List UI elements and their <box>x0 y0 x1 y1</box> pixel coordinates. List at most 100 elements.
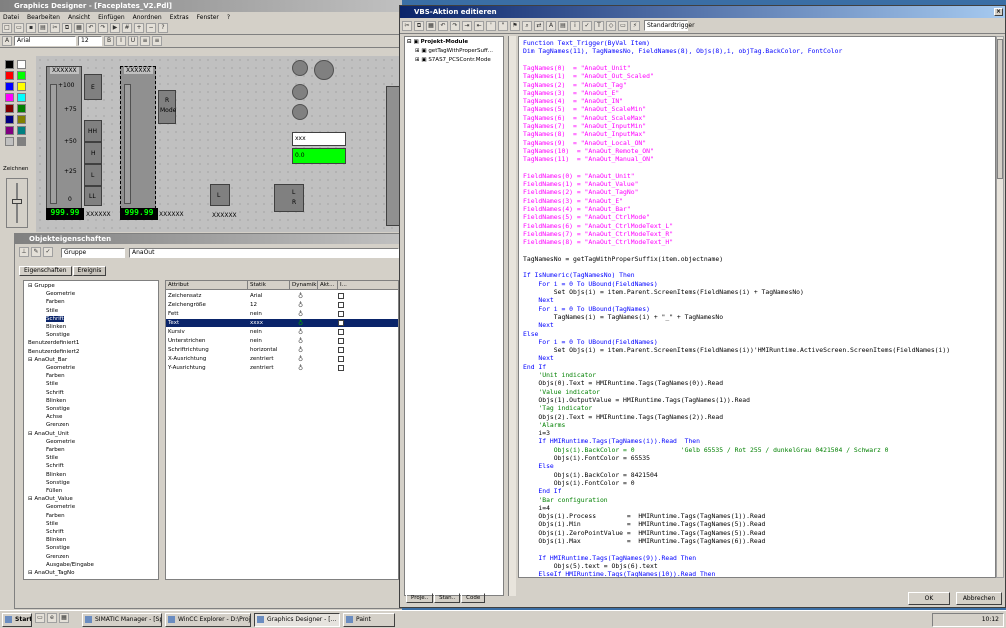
explorer-icon[interactable]: e <box>47 612 57 623</box>
print-icon[interactable]: ▤ <box>558 20 568 31</box>
indirect-checkbox[interactable] <box>338 338 344 344</box>
code-line[interactable]: FieldNames(2) = "AnaOut_TagNo" <box>523 188 638 196</box>
code-line[interactable]: Objs(1).OutputValue = HMIRuntime.Tags(Ta… <box>523 396 750 404</box>
button-l2[interactable]: L <box>210 184 230 206</box>
color-swatch[interactable] <box>17 82 26 91</box>
menu-einfuegen[interactable]: Einfügen <box>98 14 124 21</box>
color-swatch[interactable] <box>17 93 26 102</box>
drawing-canvas[interactable]: XXXXXX +100 +75 +50 +25 0 E HH H L LL 99… <box>36 56 400 232</box>
tree-item[interactable]: Sonstige <box>46 406 70 412</box>
find-icon[interactable]: ⌕ <box>522 20 532 31</box>
code-line[interactable]: Next <box>523 296 553 304</box>
tree-item[interactable]: Benutzerdefiniert2 <box>28 349 79 355</box>
code-editor[interactable]: Function Text_Trigger(ByVal Item) Dim Tag… <box>518 36 996 578</box>
code-line[interactable]: Next <box>523 354 553 362</box>
tree-item[interactable]: Füllen <box>46 488 62 494</box>
bookmark-icon[interactable]: ⚑ <box>510 20 520 31</box>
code-line[interactable]: FieldNames(1) = "AnaOut_Value" <box>523 180 638 188</box>
save-icon[interactable]: ▪ <box>26 23 36 33</box>
col-aktualisierung[interactable]: Akt... <box>318 281 338 290</box>
pin-icon[interactable]: ⊥ <box>19 247 29 257</box>
attribute-static-value[interactable]: nein <box>248 310 290 318</box>
tree-item[interactable]: Blinken <box>46 537 66 543</box>
module-tree[interactable]: ⊟ ▣ Projekt-Module ⊞ ▣ getTagWithProperS… <box>404 36 504 596</box>
code-line[interactable]: TagNamesNo = getTagWithProperSuffix(item… <box>523 255 723 263</box>
color-swatch[interactable] <box>5 93 14 102</box>
open-icon[interactable]: ▭ <box>14 23 24 33</box>
tree-item[interactable]: ⊟ AnaOut_Value <box>28 496 73 502</box>
code-line[interactable]: If HMIRuntime.Tags(TagNames(9)).Read The… <box>523 554 696 562</box>
code-line[interactable]: Else <box>523 330 538 338</box>
tree-item[interactable]: Sonstige <box>46 545 70 551</box>
start-button[interactable]: Start <box>2 612 32 627</box>
close-icon[interactable]: × <box>994 8 1003 16</box>
indent-icon[interactable]: ⇥ <box>462 20 472 31</box>
code-line[interactable]: 'Value indicator <box>523 388 600 396</box>
tree-item[interactable]: Benutzerdefiniert1 <box>28 340 79 346</box>
color-swatch[interactable] <box>17 115 26 124</box>
code-line[interactable]: TagNames(0) = "AnaOut_Unit" <box>523 64 631 72</box>
text-output-field[interactable]: xxx <box>292 132 346 146</box>
attribute-row[interactable]: Kursiv nein ♁ <box>166 328 398 336</box>
task-simatic-manager[interactable]: SIMATIC Manager - [Sp... <box>82 612 162 627</box>
code-line[interactable]: Objs(5).text = Objs(6).text <box>523 562 658 570</box>
zoom-slider[interactable] <box>6 178 28 228</box>
button-e-1[interactable]: E <box>84 74 102 100</box>
indirect-checkbox[interactable] <box>338 347 344 353</box>
code-line[interactable]: FieldNames(7) = "AnaOut_CtrlModeText_R" <box>523 230 673 238</box>
code-line[interactable]: Objs(i).Process = HMIRuntime.Tags(TagNam… <box>523 512 765 520</box>
code-line[interactable]: FieldNames(5) = "AnaOut_CtrlMode" <box>523 213 650 221</box>
code-line[interactable]: FieldNames(8) = "AnaOut_CtrlModeText_H" <box>523 238 673 246</box>
redo-icon[interactable]: ↷ <box>450 20 460 31</box>
ok-button[interactable]: OK <box>908 592 950 605</box>
task-graphics-designer[interactable]: Graphics Designer - [... <box>254 612 340 627</box>
tree-item[interactable]: Schrift <box>46 315 64 322</box>
code-line[interactable]: Objs(i).Min = HMIRuntime.Tags(TagNames(5… <box>523 520 765 528</box>
tree-item[interactable]: Farben <box>46 373 65 379</box>
op-title-bar[interactable]: Objekteigenschaften <box>15 234 401 244</box>
paste-icon[interactable]: ▦ <box>74 23 84 33</box>
code-line[interactable]: FieldNames(0) = "AnaOut_Unit" <box>523 172 635 180</box>
indirect-checkbox[interactable] <box>338 365 344 371</box>
tree-item[interactable]: Schrift <box>46 463 64 469</box>
indirect-checkbox[interactable] <box>338 293 344 299</box>
trigger-icon[interactable]: ⚡ <box>630 20 640 31</box>
tree-item[interactable]: Farben <box>46 299 65 305</box>
attribute-static-value[interactable]: nein <box>248 337 290 345</box>
align-center-icon[interactable]: ≡ <box>152 36 162 46</box>
tree-item[interactable]: Geometrie <box>46 504 75 510</box>
attribute-row[interactable]: Zeichengröße 12 ♁ <box>166 301 398 309</box>
code-line[interactable]: FieldNames(6) = "AnaOut_CtrlModeText_L" <box>523 222 673 230</box>
zoom-out-icon[interactable]: − <box>146 23 156 33</box>
indicator-circle-4[interactable] <box>292 104 308 120</box>
code-line[interactable]: Objs(i).FontColor = 0 <box>523 479 635 487</box>
align-left-icon[interactable]: ≡ <box>140 36 150 46</box>
tab-code[interactable]: Code <box>461 593 486 603</box>
tab-project[interactable]: Proje.. <box>406 593 434 603</box>
italic-icon[interactable]: I <box>116 36 126 46</box>
menu-ansicht[interactable]: Ansicht <box>68 14 90 21</box>
tree-item[interactable]: Farben <box>46 447 65 453</box>
code-line[interactable]: TagNames(5) = "AnaOut_ScaleMin" <box>523 105 646 113</box>
color-swatch[interactable] <box>5 104 14 113</box>
code-line[interactable]: TagNames(1) = "AnaOut_Out_Scaled" <box>523 72 654 80</box>
splitter[interactable] <box>508 36 516 596</box>
col-dynamik[interactable]: Dynamik <box>290 281 318 290</box>
code-line[interactable]: TagNames(3) = "AnaOut_E" <box>523 89 619 97</box>
attribute-static-value[interactable]: horizontal <box>248 346 290 354</box>
task-paint[interactable]: Paint <box>343 612 395 627</box>
mode-button[interactable]: R Mode <box>158 90 176 124</box>
code-line[interactable]: 'Unit indicator <box>523 371 596 379</box>
code-line[interactable]: i=4 <box>523 504 550 512</box>
code-line[interactable]: 'Bar configuration <box>523 496 607 504</box>
tree-item[interactable]: Ausgabe/Eingabe <box>46 562 94 568</box>
button-lr[interactable]: L R <box>274 184 304 212</box>
button-hh[interactable]: HH <box>84 120 102 142</box>
attribute-row[interactable]: Y-Ausrichtung zentriert ♁ <box>166 364 398 372</box>
code-line[interactable]: TagNames(11) = "AnaOut_Manual_ON" <box>523 155 654 163</box>
tree-item[interactable]: Geometrie <box>46 291 75 297</box>
copy-icon[interactable]: ⧉ <box>62 23 72 33</box>
uncomment-icon[interactable]: " <box>498 20 508 31</box>
tab-standard[interactable]: Stan.. <box>434 593 461 603</box>
menu-fenster[interactable]: Fenster <box>197 14 219 21</box>
